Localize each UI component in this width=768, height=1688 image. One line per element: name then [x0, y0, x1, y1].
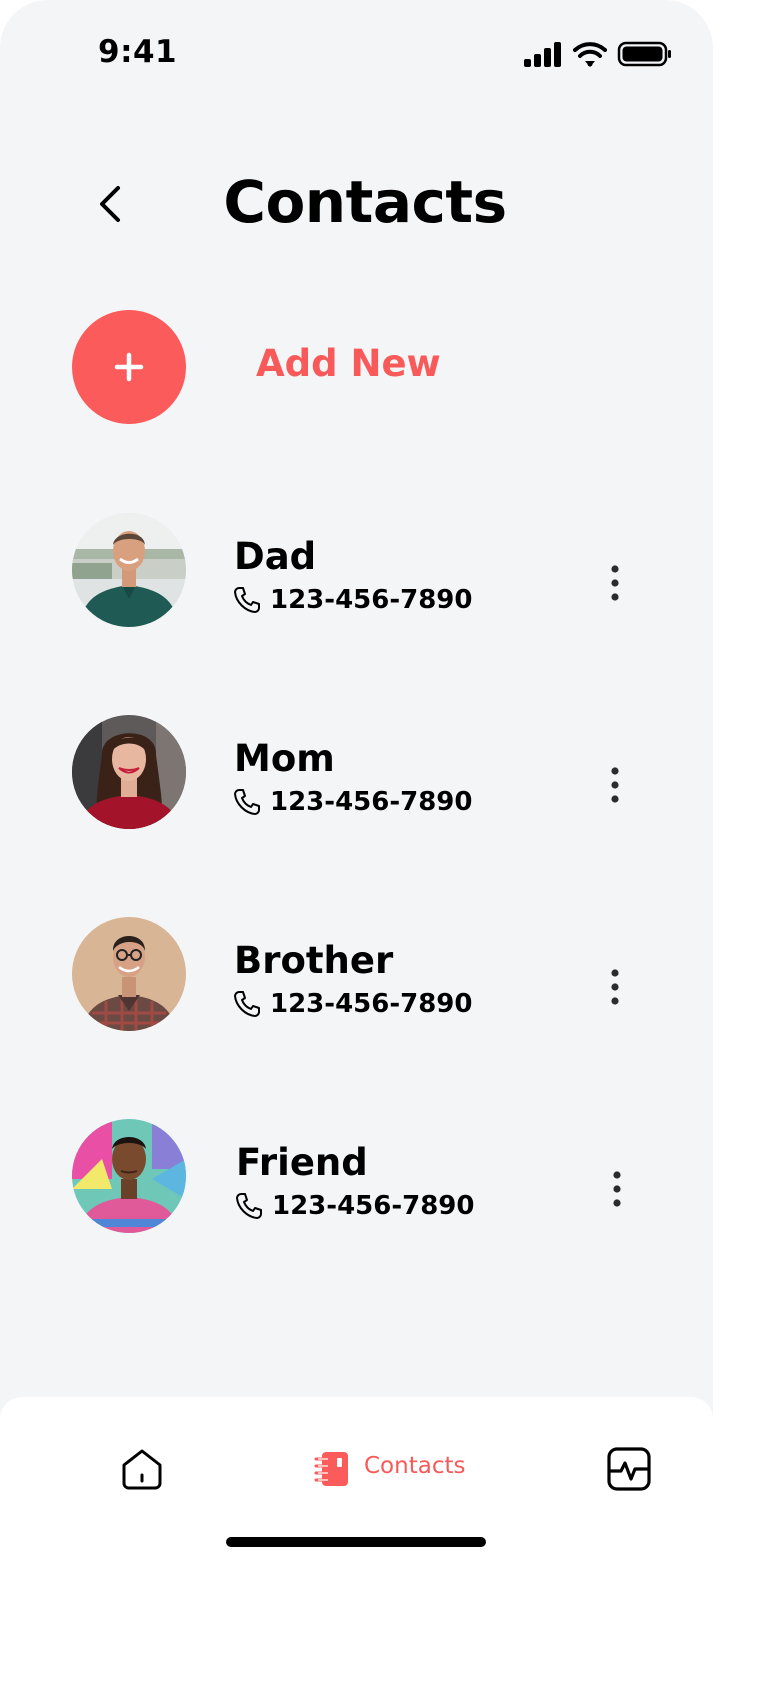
wifi-icon	[573, 42, 607, 67]
contact-name: Mom	[234, 737, 335, 780]
nav-item-activity[interactable]	[604, 1445, 654, 1493]
more-vertical-icon	[611, 767, 619, 803]
contact-phone: 123-456-7890	[270, 787, 473, 817]
phone-icon	[234, 789, 260, 815]
activity-icon	[607, 1447, 651, 1491]
contact-name: Dad	[234, 535, 317, 578]
contacts-icon	[314, 1452, 348, 1486]
contact-phone: 123-456-7890	[272, 1191, 475, 1221]
add-new-label[interactable]: Add New	[256, 342, 441, 385]
contact-name: Friend	[236, 1141, 368, 1184]
nav-item-home[interactable]	[118, 1445, 166, 1493]
status-time: 9:41	[98, 34, 178, 70]
signal-icon	[524, 42, 561, 67]
more-options-button[interactable]	[600, 967, 630, 1007]
avatar	[72, 715, 186, 829]
add-new-button[interactable]	[72, 310, 186, 424]
avatar	[72, 513, 186, 627]
more-vertical-icon	[611, 565, 619, 601]
battery-icon	[617, 41, 671, 67]
more-options-button[interactable]	[600, 563, 630, 603]
home-indicator	[226, 1537, 486, 1547]
avatar	[72, 917, 186, 1031]
phone-icon	[236, 1193, 262, 1219]
avatar	[72, 1119, 186, 1233]
page-title: Contacts	[223, 168, 507, 236]
home-icon	[122, 1449, 162, 1490]
phone-icon	[234, 587, 260, 613]
phone-screen: 9:41 Contacts Add New Dad 123-456-7890 M…	[0, 0, 713, 1688]
more-options-button[interactable]	[602, 1169, 632, 1209]
more-vertical-icon	[613, 1171, 621, 1207]
more-options-button[interactable]	[600, 765, 630, 805]
contact-item-mom[interactable]: Mom 123-456-7890	[0, 715, 713, 835]
contact-item-brother[interactable]: Brother 123-456-7890	[0, 917, 713, 1037]
contact-item-dad[interactable]: Dad 123-456-7890	[0, 513, 713, 633]
more-vertical-icon	[611, 969, 619, 1005]
contact-phone: 123-456-7890	[270, 989, 473, 1019]
contact-name: Brother	[234, 939, 394, 982]
plus-icon	[114, 352, 144, 382]
status-icons	[522, 40, 672, 72]
contact-phone: 123-456-7890	[270, 585, 473, 615]
nav-item-label: Contacts	[364, 1453, 466, 1479]
phone-icon	[234, 991, 260, 1017]
contact-item-friend[interactable]: Friend 123-456-7890	[0, 1119, 713, 1239]
